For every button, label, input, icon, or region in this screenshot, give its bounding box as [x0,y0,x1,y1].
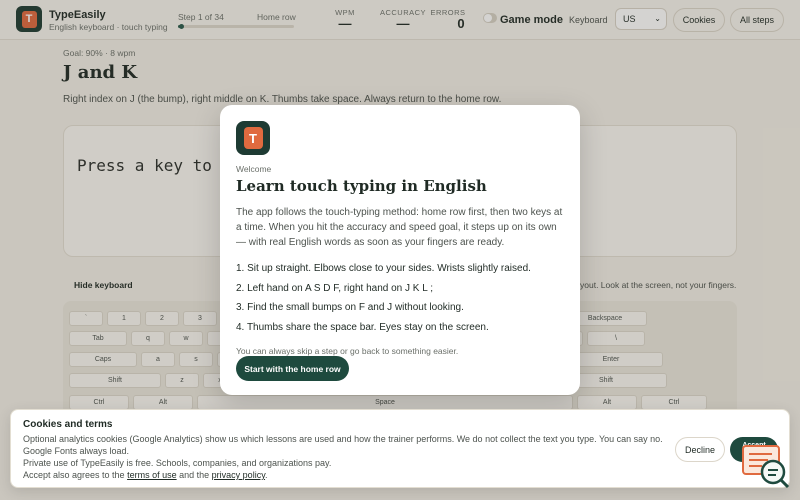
modal-body: The app follows the touch-typing method:… [236,207,563,248]
cookie-text-fonts: Google Fonts always load. [23,446,130,456]
modal-note: You can always skip a step or go back to… [236,346,459,356]
modal-steps-list: 1. Sit up straight. Elbows close to your… [236,262,566,340]
modal-eyebrow: Welcome [236,164,272,174]
privacy-policy-link[interactable]: privacy policy [212,470,265,480]
start-home-row-button[interactable]: Start with the home row [236,356,349,381]
cookie-banner: Cookies and terms Optional analytics coo… [10,409,790,488]
cookie-text-agreement: Accept also agrees to the terms of use a… [23,470,268,480]
modal-step: 3. Find the small bumps on F and J witho… [236,302,464,313]
welcome-dialog: T Welcome Learn touch typing in English … [220,105,580,395]
modal-logo-letter: T [243,127,263,149]
modal-step: 4. Thumbs share the space bar. Eyes stay… [236,321,489,333]
modal-title: Learn touch typing in English [236,177,487,195]
cookie-text-pricing: Private use of TypeEasily is free. Schoo… [23,458,332,468]
cookie-title: Cookies and terms [23,419,113,430]
cookie-text-analytics: Optional analytics cookies (Google Analy… [23,434,663,444]
agreement-prefix: Accept also agrees to the [23,470,125,480]
decline-cookies-button[interactable]: Decline [675,437,725,462]
chat-help-icon[interactable] [740,443,792,489]
terms-of-use-link[interactable]: terms of use [127,470,177,480]
modal-logo: T [236,121,270,155]
modal-step: 2. Left hand on A S D F, right hand on J… [236,282,433,294]
agreement-suffix: . [265,470,268,480]
modal-step: 1. Sit up straight. Elbows close to your… [236,263,531,274]
agreement-mid: and the [179,470,210,480]
